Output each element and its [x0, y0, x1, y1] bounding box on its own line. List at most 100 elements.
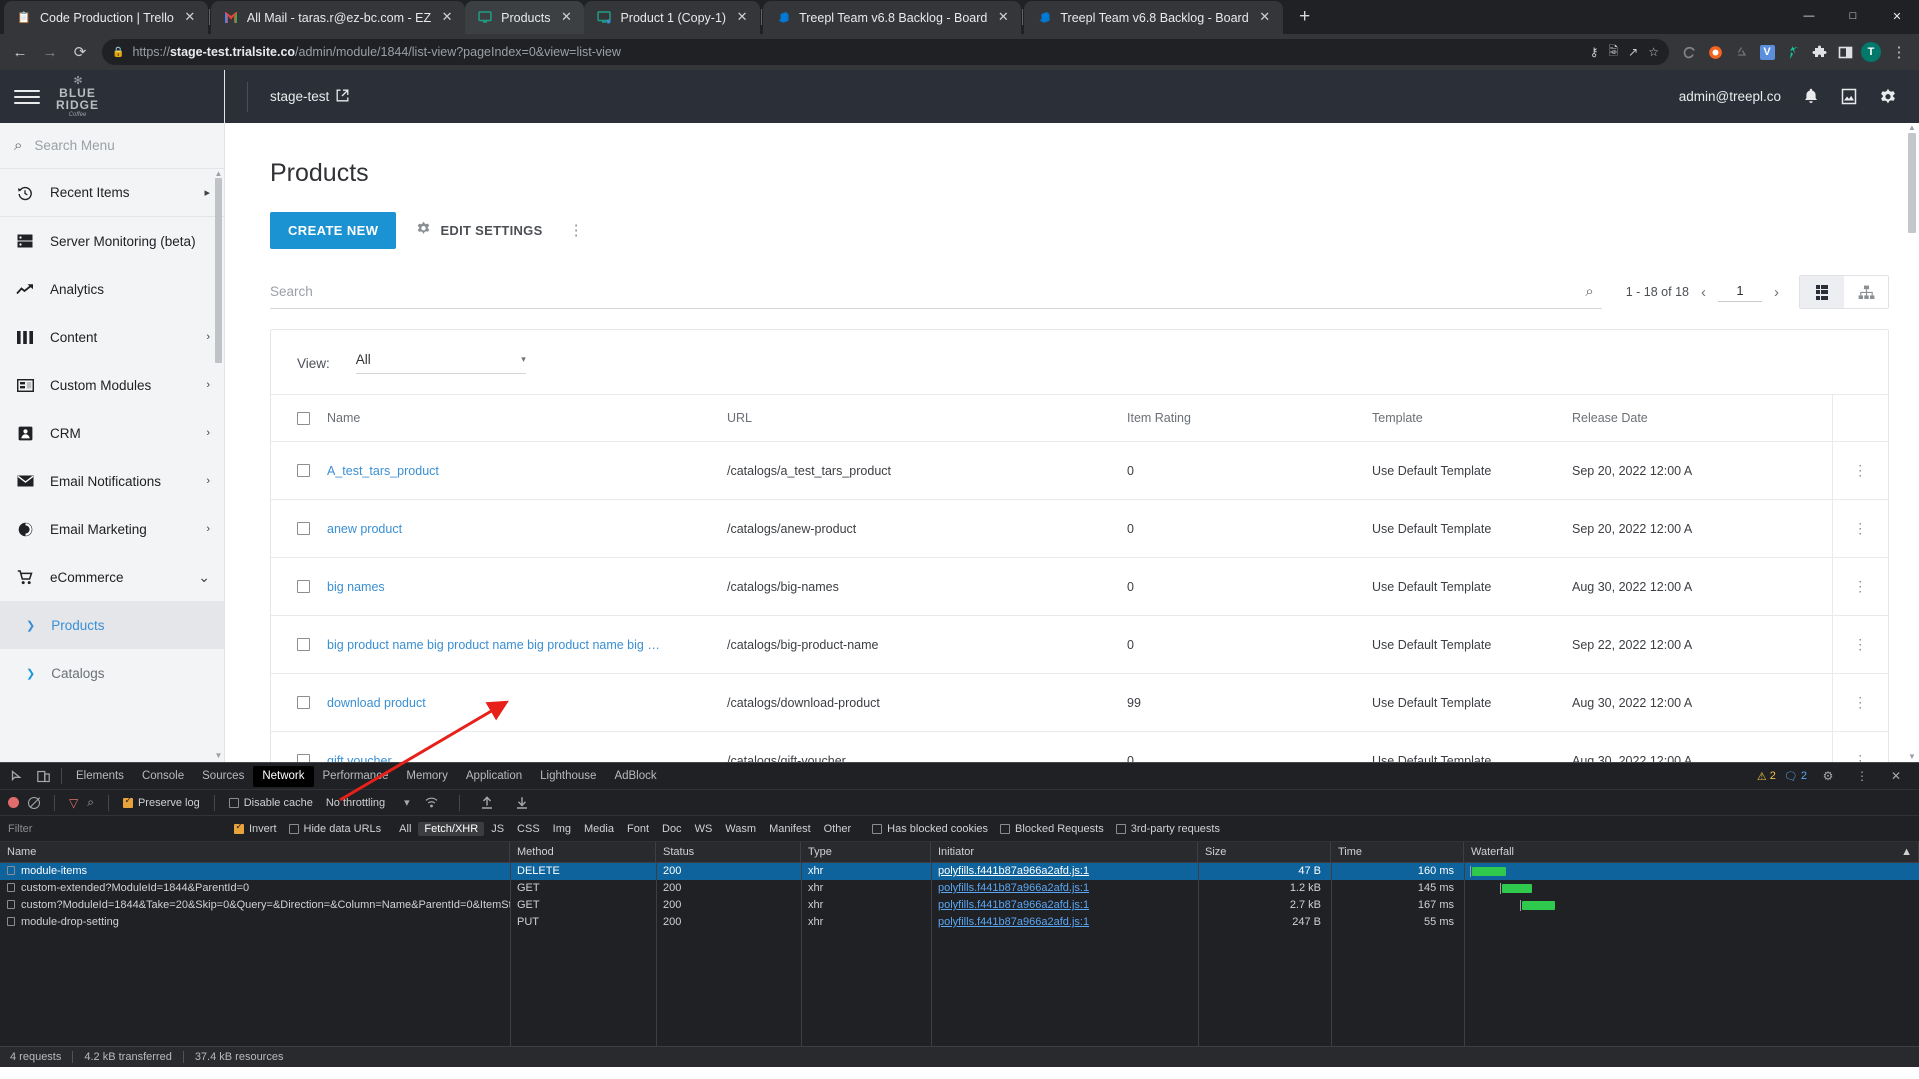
- filter-type-all[interactable]: All: [393, 822, 417, 836]
- table-row[interactable]: big names /catalogs/big-names 0 Use Defa…: [271, 557, 1888, 616]
- firefox-icon[interactable]: [1703, 40, 1727, 64]
- sidebar-item-catalogs[interactable]: ❯ Catalogs: [0, 649, 224, 697]
- filter-type-media[interactable]: Media: [578, 822, 620, 836]
- filter-input[interactable]: Filter: [8, 823, 234, 835]
- browser-tab[interactable]: Treepl Team v6.8 Backlog - Board ✕: [1024, 1, 1283, 34]
- wifi-settings-icon[interactable]: [419, 791, 445, 815]
- initiator-link[interactable]: polyfills.f441b87a966a2afd.js:1: [938, 899, 1089, 911]
- row-actions-kebab[interactable]: ⋮: [1831, 731, 1888, 762]
- row-actions-kebab[interactable]: ⋮: [1831, 441, 1888, 500]
- filter-type-other[interactable]: Other: [818, 822, 858, 836]
- initiator-link[interactable]: polyfills.f441b87a966a2afd.js:1: [938, 882, 1089, 894]
- close-tab-icon[interactable]: ✕: [1257, 9, 1273, 26]
- back-icon[interactable]: ←: [6, 38, 34, 66]
- kebab-menu-icon[interactable]: ⋮: [1849, 764, 1875, 788]
- sidebar-item-custom-modules[interactable]: Custom Modules ›: [0, 361, 224, 409]
- filter-type-css[interactable]: CSS: [511, 822, 546, 836]
- devtools-tab-application[interactable]: Application: [457, 766, 531, 787]
- devtools-tab-lighthouse[interactable]: Lighthouse: [531, 766, 605, 787]
- share-icon[interactable]: ↗: [1628, 45, 1638, 59]
- recycle-icon[interactable]: [1729, 40, 1753, 64]
- puzzle-extensions-icon[interactable]: [1807, 40, 1831, 64]
- table-row[interactable]: anew product /catalogs/anew-product 0 Us…: [271, 499, 1888, 558]
- sidebar-item-server-monitoring[interactable]: Server Monitoring (beta): [0, 217, 224, 265]
- row-actions-kebab[interactable]: ⋮: [1831, 499, 1888, 558]
- row-checkbox[interactable]: [297, 754, 310, 762]
- bookmark-star-icon[interactable]: ☆: [1648, 45, 1659, 59]
- sidebar-item-recent-items[interactable]: Recent Items ▸: [0, 169, 224, 217]
- maximize-button[interactable]: □: [1831, 0, 1875, 32]
- new-tab-button[interactable]: +: [1291, 3, 1319, 31]
- hide-data-urls-checkbox[interactable]: Hide data URLs: [288, 823, 381, 835]
- row-actions-kebab[interactable]: ⋮: [1831, 615, 1888, 674]
- list-view-icon[interactable]: [1800, 276, 1844, 308]
- filter-type-font[interactable]: Font: [621, 822, 655, 836]
- request-initiator[interactable]: polyfills.f441b87a966a2afd.js:1: [931, 897, 1198, 914]
- table-row[interactable]: big product name big product name big pr…: [271, 615, 1888, 674]
- sidebar-scrollbar[interactable]: ▲ ▼: [214, 169, 223, 762]
- browser-tab-active[interactable]: Products ✕: [465, 1, 585, 34]
- network-column-status[interactable]: Status: [656, 841, 801, 863]
- close-tab-icon[interactable]: ✕: [182, 9, 198, 26]
- minimize-button[interactable]: —: [1787, 0, 1831, 32]
- scroll-up-icon[interactable]: ▲: [214, 169, 223, 178]
- initiator-link[interactable]: polyfills.f441b87a966a2afd.js:1: [938, 865, 1089, 877]
- kebab-menu-icon[interactable]: ⋮: [1885, 38, 1913, 66]
- edit-settings-button[interactable]: EDIT SETTINGS: [416, 221, 542, 240]
- reload-icon[interactable]: ⟳: [66, 38, 94, 66]
- table-row[interactable]: download product /catalogs/download-prod…: [271, 673, 1888, 732]
- address-bar[interactable]: 🔒 https://stage-test.trialsite.co/admin/…: [102, 39, 1669, 65]
- browser-tab[interactable]: Treepl Team v6.8 Backlog - Board ✕: [763, 1, 1022, 34]
- browser-tab[interactable]: All Mail - taras.r@ez-bc.com - EZ ✕: [210, 1, 466, 34]
- next-page-icon[interactable]: ›: [1774, 284, 1779, 301]
- close-tab-icon[interactable]: ✕: [995, 9, 1011, 26]
- row-actions-kebab[interactable]: ⋮: [1831, 673, 1888, 732]
- search-icon[interactable]: ⌕: [87, 795, 94, 810]
- browser-tab[interactable]: 📋 Code Production | Trello ✕: [4, 1, 208, 34]
- scroll-down-icon[interactable]: ▼: [1907, 752, 1917, 762]
- message-count[interactable]: 🗨 2: [1784, 770, 1807, 783]
- search-menu-input[interactable]: ⌕ Search Menu: [0, 123, 224, 169]
- more-actions-kebab[interactable]: ⋮: [563, 223, 590, 238]
- create-new-button[interactable]: CREATE NEW: [270, 212, 397, 249]
- column-header-template[interactable]: Template: [1372, 395, 1572, 442]
- devtools-tab-memory[interactable]: Memory: [397, 766, 457, 787]
- external-link-icon[interactable]: [336, 89, 349, 105]
- filter-type-img[interactable]: Img: [547, 822, 577, 836]
- tree-view-icon[interactable]: [1844, 276, 1888, 308]
- hamburger-menu-icon[interactable]: [14, 89, 40, 104]
- row-checkbox[interactable]: [297, 580, 310, 593]
- row-checkbox[interactable]: [297, 522, 310, 535]
- has-blocked-cookies-checkbox[interactable]: Has blocked cookies: [872, 823, 988, 835]
- sidebar-item-email-marketing[interactable]: Email Marketing ›: [0, 505, 224, 553]
- gear-icon[interactable]: ⚙: [1815, 764, 1841, 788]
- preserve-log-checkbox[interactable]: Preserve log: [122, 795, 200, 809]
- filter-type-ws[interactable]: WS: [689, 822, 719, 836]
- edge-icon[interactable]: [1677, 40, 1701, 64]
- device-toolbar-icon[interactable]: [30, 764, 56, 788]
- request-initiator[interactable]: polyfills.f441b87a966a2afd.js:1: [931, 914, 1198, 931]
- disable-cache-checkbox[interactable]: Disable cache: [228, 797, 313, 809]
- network-column-waterfall[interactable]: Waterfall ▲: [1464, 841, 1919, 863]
- request-initiator[interactable]: polyfills.f441b87a966a2afd.js:1: [931, 863, 1198, 880]
- bell-icon[interactable]: [1803, 88, 1819, 105]
- product-link[interactable]: download product: [327, 696, 727, 710]
- close-icon[interactable]: ✕: [1883, 764, 1909, 788]
- sidebar-item-email-notifications[interactable]: Email Notifications ›: [0, 457, 224, 505]
- filter-type-js[interactable]: JS: [485, 822, 510, 836]
- network-column-time[interactable]: Time: [1331, 841, 1464, 863]
- network-request-row[interactable]: custom?ModuleId=1844&Take=20&Skip=0&Quer…: [0, 897, 1919, 914]
- sidebar-item-content[interactable]: Content ›: [0, 313, 224, 361]
- import-har-icon[interactable]: [474, 791, 500, 815]
- close-tab-icon[interactable]: ✕: [558, 9, 574, 26]
- devtools-tab-adblock[interactable]: AdBlock: [605, 766, 665, 787]
- column-header-name[interactable]: Name: [327, 395, 727, 442]
- network-request-row[interactable]: module-drop-setting PUT 200 xhr polyfill…: [0, 914, 1919, 931]
- scroll-down-icon[interactable]: ▼: [214, 751, 223, 760]
- initiator-link[interactable]: polyfills.f441b87a966a2afd.js:1: [938, 916, 1089, 928]
- prev-page-icon[interactable]: ‹: [1701, 284, 1706, 301]
- filter-type-manifest[interactable]: Manifest: [763, 822, 817, 836]
- row-checkbox[interactable]: [297, 696, 310, 709]
- product-link[interactable]: gift voucher: [327, 754, 727, 763]
- sidebar-icon[interactable]: [1833, 40, 1857, 64]
